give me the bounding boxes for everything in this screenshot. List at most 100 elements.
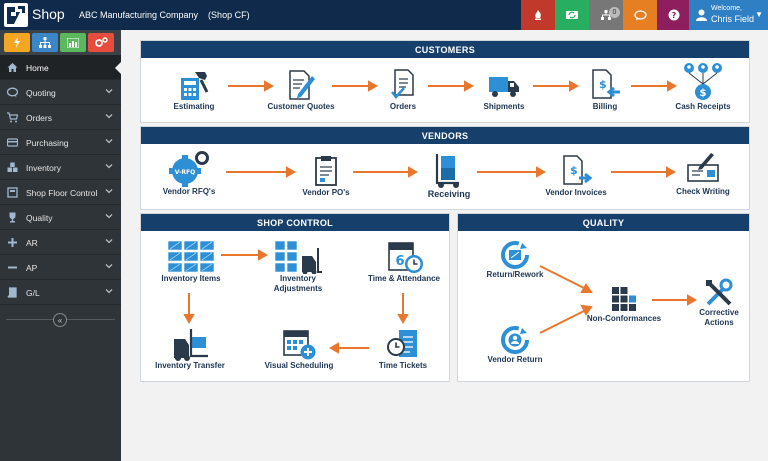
nav-orders[interactable]: Orders [0,105,121,130]
step-label: Visual Scheduling [264,361,334,370]
shipments-node[interactable]: Shipments [478,68,530,112]
nav-quoting[interactable]: Quoting [0,80,121,105]
vendor-return-node[interactable]: Vendor Return [480,325,550,365]
sidebar: Home Quoting Orders Purchasing Inventory… [0,30,122,461]
billing-node[interactable]: $ Billing [585,68,625,112]
alert-icon [535,10,541,20]
cash-receipts-node[interactable]: $ Cash Receipts [673,62,733,112]
calendar-clock-icon: 6 [388,242,423,273]
bolt-icon [14,37,20,48]
time-ticket-icon [387,330,417,357]
customers-panel: CUSTOMERS Estimating Customer Quotes Ord… [140,40,750,123]
step-label: Return/Rework [486,270,544,279]
step-label: Inventory Transfer [155,361,225,370]
app-logo[interactable] [4,3,28,27]
receiving-node[interactable]: Receiving [425,153,473,199]
chat-button[interactable] [623,0,657,30]
non-conformances-node[interactable]: Non-Conformances [584,284,664,324]
nav-label: Purchasing [26,138,69,148]
visual-scheduling-node[interactable]: Visual Scheduling [259,327,339,371]
user-menu[interactable]: Welcome, Chris Field ▼ [689,0,768,30]
svg-text:$: $ [700,88,707,99]
caret-down-icon: ▼ [755,10,763,19]
step-label: Corrective Actions [699,308,739,327]
gears-icon [94,37,108,47]
chevron-down-icon [105,164,113,169]
step-label: Non-Conformances [586,314,662,323]
chevron-down-icon [105,89,113,94]
nav-home[interactable]: Home [0,55,122,80]
svg-text:?: ? [672,11,677,20]
step-label: Check Writing [676,187,730,196]
billing-icon: $ [592,69,620,99]
forklift-shelves-icon [274,240,322,274]
step-label: Vendor PO's [302,188,350,197]
time-tickets-node[interactable]: Time Tickets [373,327,433,371]
cubes-icon [7,162,18,172]
inventory-items-node[interactable]: Inventory Items [151,240,231,284]
collapse-icon: « [57,315,63,325]
quality-panel: QUALITY Return/Rework Vendor Return Non-… [457,213,750,382]
chevron-down-icon [105,114,113,119]
step-label: Receiving [427,189,471,199]
orders-node[interactable]: Orders [381,68,425,112]
nav-ar[interactable]: AR [0,230,121,255]
sync-icon [566,11,578,19]
step-label: Time Tickets [378,361,428,370]
nav-ap[interactable]: AP [0,255,121,280]
order-document-icon [391,69,414,99]
time-attendance-node[interactable]: 6 Time & Attendance [366,240,442,284]
shop-floor-icon [7,187,18,198]
help-button[interactable]: ? [657,0,691,30]
corrective-actions-node[interactable]: Corrective Actions [692,278,746,328]
user-icon [696,9,707,21]
nav-quality[interactable]: Quality [0,205,121,230]
nav-label: Home [26,63,49,73]
hierarchy-icon [39,37,51,48]
nav-label: AR [26,238,38,248]
inventory-grid-icon [167,240,215,273]
nav-label: Shop Floor Control [26,188,98,198]
chevron-down-icon [105,214,113,219]
help-icon: ? [668,9,680,21]
chevron-down-icon [105,239,113,244]
return-rework-node[interactable]: Return/Rework [480,240,550,280]
nav-shop-floor-control[interactable]: Shop Floor Control [0,180,121,205]
quick-hierarchy-button[interactable] [32,33,58,52]
schedule-icon [283,330,316,360]
non-conformance-icon [612,287,636,311]
vendor-pos-node[interactable]: Vendor PO's [301,154,351,198]
collapse-sidebar-button[interactable]: « [53,313,67,327]
quick-gears-button[interactable] [88,33,114,52]
org-chart-button[interactable]: 0 [589,0,623,30]
check-writing-node[interactable]: Check Writing [673,151,733,197]
nav-purchasing[interactable]: Purchasing [0,130,121,155]
alert-button[interactable] [521,0,555,30]
minus-icon [8,266,17,269]
vendor-invoices-node[interactable]: $ Vendor Invoices [543,154,609,198]
chevron-down-icon [105,189,113,194]
step-label: Vendor RFQ's [162,187,216,196]
quick-launch-bar [0,30,121,55]
nav-label: G/L [26,288,40,298]
quick-bolt-button[interactable] [4,33,30,52]
main-content: CUSTOMERS Estimating Customer Quotes Ord… [121,30,768,461]
inventory-adjustments-node[interactable]: Inventory Adjustments [263,240,333,294]
calendar-day: 6 [395,254,404,269]
vendor-rfqs-node[interactable]: V-RFQ Vendor RFQ's [159,151,219,197]
step-label: Shipments [483,102,525,111]
svg-text:$: $ [599,78,607,91]
nav-gl[interactable]: G/L [0,280,121,305]
step-label: Time & Attendance [367,274,440,283]
chevron-down-icon [105,289,113,294]
step-label: Orders [389,102,417,111]
vendor-return-icon [501,326,529,354]
estimating-node[interactable]: Estimating [166,68,222,112]
nav-label: Orders [26,113,52,123]
sync-button[interactable] [555,0,589,30]
nav-inventory[interactable]: Inventory [0,155,121,180]
quick-chart-button[interactable] [60,33,86,52]
inventory-transfer-node[interactable]: Inventory Transfer [150,327,230,371]
customer-quotes-node[interactable]: Customer Quotes [266,68,336,112]
cart-icon [7,112,18,123]
